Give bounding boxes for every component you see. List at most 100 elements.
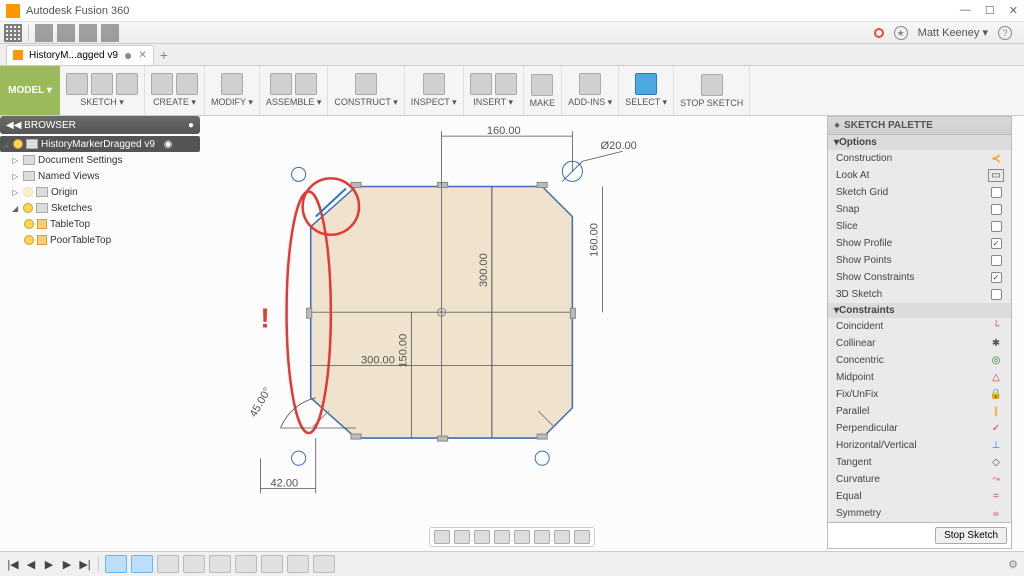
- save-icon[interactable]: [57, 24, 75, 42]
- visibility-bulb-icon[interactable]: [23, 187, 33, 197]
- constraint-coincident[interactable]: Coincident└: [828, 318, 1011, 335]
- make-icon[interactable]: [531, 74, 553, 96]
- document-tab[interactable]: HistoryM...agged v9 ● ✕: [6, 45, 154, 65]
- plane-icon[interactable]: [355, 73, 377, 95]
- browser-sketch-tabletop[interactable]: TableTop: [0, 216, 200, 232]
- assemble-icon[interactable]: [295, 73, 317, 95]
- timeline-feature[interactable]: [209, 555, 231, 573]
- palette-section-constraints[interactable]: ▾ Constraints: [828, 303, 1011, 318]
- visibility-bulb-icon[interactable]: [23, 203, 33, 213]
- checkbox[interactable]: [991, 187, 1002, 198]
- constraint-collinear[interactable]: Collinear✱: [828, 335, 1011, 352]
- checkbox[interactable]: [991, 289, 1002, 300]
- browser-sketch-poortabletop[interactable]: PoorTableTop: [0, 232, 200, 248]
- timeline-feature[interactable]: [287, 555, 309, 573]
- timeline-start[interactable]: |◀: [6, 558, 20, 571]
- insert-icon[interactable]: [470, 73, 492, 95]
- extensions-icon[interactable]: ★: [894, 26, 908, 40]
- grid-settings-icon[interactable]: [554, 530, 570, 544]
- timeline-feature[interactable]: [235, 555, 257, 573]
- palette-option-show-points[interactable]: Show Points: [828, 252, 1011, 269]
- timeline-feature[interactable]: [183, 555, 205, 573]
- measure-icon[interactable]: [423, 73, 445, 95]
- browser-item-origin[interactable]: ▷Origin: [0, 184, 200, 200]
- visibility-bulb-icon[interactable]: [24, 235, 34, 245]
- constraint-equal[interactable]: Equal=: [828, 488, 1011, 505]
- display-settings-icon[interactable]: [534, 530, 550, 544]
- constraint-horizontal-vertical[interactable]: Horizontal/Vertical⊥: [828, 437, 1011, 454]
- visibility-bulb-icon[interactable]: [24, 219, 34, 229]
- user-name[interactable]: Matt Keeney ▾: [918, 26, 988, 39]
- constraint-curvature[interactable]: Curvature⤳: [828, 471, 1011, 488]
- rectangle-icon[interactable]: [91, 73, 113, 95]
- palette-option-snap[interactable]: Snap: [828, 201, 1011, 218]
- timeline-feature[interactable]: [157, 555, 179, 573]
- palette-option-construction[interactable]: Construction≺: [828, 150, 1011, 167]
- checkbox[interactable]: [991, 204, 1002, 215]
- timeline-play[interactable]: ▶: [42, 558, 56, 571]
- palette-option-slice[interactable]: Slice: [828, 218, 1011, 235]
- stop-sketch-icon[interactable]: [701, 74, 723, 96]
- constraint-perpendicular[interactable]: Perpendicular✓: [828, 420, 1011, 437]
- arc-icon[interactable]: [116, 73, 138, 95]
- palette-option-show-profile[interactable]: Show Profile: [828, 235, 1011, 252]
- window-minimize[interactable]: —: [960, 4, 971, 17]
- workspace-switcher[interactable]: MODEL ▾: [0, 66, 60, 115]
- extrude-icon[interactable]: [151, 73, 173, 95]
- revolve-icon[interactable]: [176, 73, 198, 95]
- browser-root[interactable]: ◢ HistoryMarkerDragged v9 ◉: [0, 136, 200, 152]
- constraint-concentric[interactable]: Concentric◎: [828, 352, 1011, 369]
- timeline-feature[interactable]: [131, 555, 153, 573]
- constraint-symmetry[interactable]: Symmetry⦵: [828, 505, 1011, 522]
- checkbox[interactable]: [991, 255, 1002, 266]
- constraint-fix-unfix[interactable]: Fix/UnFix🔒: [828, 386, 1011, 403]
- new-tab-button[interactable]: +: [160, 47, 168, 63]
- press-pull-icon[interactable]: [221, 73, 243, 95]
- browser-item-sketches[interactable]: ◢Sketches: [0, 200, 200, 216]
- timeline-feature[interactable]: [261, 555, 283, 573]
- create-sketch-icon[interactable]: [66, 73, 88, 95]
- browser-header[interactable]: ◀◀ BROWSER ●: [0, 116, 200, 134]
- constraint-parallel[interactable]: Parallel∥: [828, 403, 1011, 420]
- checkbox[interactable]: [991, 272, 1002, 283]
- window-maximize[interactable]: ☐: [985, 4, 995, 17]
- viewport-icon[interactable]: [574, 530, 590, 544]
- browser-item-named-views[interactable]: ▷Named Views: [0, 168, 200, 184]
- data-panel-icon[interactable]: [4, 24, 22, 42]
- sketch-canvas[interactable]: 160.00 Ø20.00 160.00 300.00 300.00 150.0…: [200, 116, 824, 539]
- pan-icon[interactable]: [474, 530, 490, 544]
- window-close[interactable]: ✕: [1009, 4, 1018, 17]
- palette-header[interactable]: ●SKETCH PALETTE: [828, 117, 1011, 135]
- palette-option-show-constraints[interactable]: Show Constraints: [828, 269, 1011, 286]
- job-status-icon[interactable]: [874, 28, 884, 38]
- undo-icon[interactable]: [79, 24, 97, 42]
- file-menu-icon[interactable]: [35, 24, 53, 42]
- redo-icon[interactable]: [101, 24, 119, 42]
- orbit-icon[interactable]: [434, 530, 450, 544]
- browser-item-document-settings[interactable]: ▷Document Settings: [0, 152, 200, 168]
- checkbox[interactable]: [991, 221, 1002, 232]
- select-icon[interactable]: [635, 73, 657, 95]
- look-at-icon[interactable]: [454, 530, 470, 544]
- decal-icon[interactable]: [495, 73, 517, 95]
- palette-option-sketch-grid[interactable]: Sketch Grid: [828, 184, 1011, 201]
- timeline-next[interactable]: ▶: [60, 558, 74, 571]
- timeline-feature[interactable]: [313, 555, 335, 573]
- help-icon[interactable]: ?: [998, 26, 1012, 40]
- visibility-bulb-icon[interactable]: [13, 139, 23, 149]
- fit-icon[interactable]: [514, 530, 530, 544]
- zoom-icon[interactable]: [494, 530, 510, 544]
- constraint-tangent[interactable]: Tangent◇: [828, 454, 1011, 471]
- timeline-end[interactable]: ▶|: [78, 558, 92, 571]
- addins-icon[interactable]: [579, 73, 601, 95]
- constraint-midpoint[interactable]: Midpoint△: [828, 369, 1011, 386]
- timeline-prev[interactable]: ◀: [24, 558, 38, 571]
- stop-sketch-button[interactable]: Stop Sketch: [935, 527, 1007, 544]
- palette-option--d-sketch[interactable]: 3D Sketch: [828, 286, 1011, 303]
- tab-close-icon[interactable]: ✕: [138, 50, 146, 61]
- timeline-feature[interactable]: [105, 555, 127, 573]
- palette-option-look-at[interactable]: Look At▭: [828, 167, 1011, 184]
- timeline-settings-icon[interactable]: ⚙: [1008, 558, 1018, 571]
- joint-icon[interactable]: [270, 73, 292, 95]
- palette-section-options[interactable]: ▾ Options: [828, 135, 1011, 150]
